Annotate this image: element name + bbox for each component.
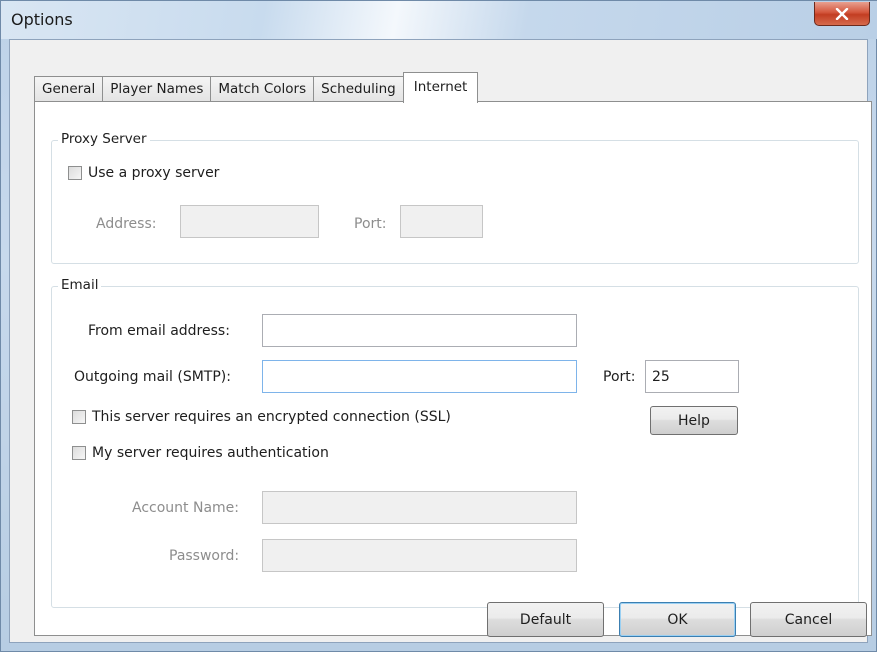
ok-button[interactable]: OK — [619, 602, 736, 637]
from-email-label: From email address: — [88, 323, 230, 339]
ssl-checkbox[interactable] — [72, 410, 86, 424]
tab-player-names[interactable]: Player Names — [102, 76, 212, 102]
proxy-address-field[interactable] — [180, 205, 319, 238]
ssl-row: This server requires an encrypted connec… — [72, 409, 451, 425]
tab-match-colors[interactable]: Match Colors — [210, 76, 315, 102]
internet-tab-panel: Proxy Server Use a proxy server Address:… — [34, 101, 872, 636]
window-title: Options — [11, 10, 73, 29]
proxy-address-label: Address: — [96, 216, 157, 232]
password-field[interactable] — [262, 539, 577, 572]
use-proxy-row: Use a proxy server — [68, 165, 219, 181]
close-button[interactable] — [814, 2, 870, 26]
tab-general[interactable]: General — [34, 76, 104, 102]
title-bar[interactable]: Options — [1, 1, 877, 39]
ssl-label[interactable]: This server requires an encrypted connec… — [92, 409, 451, 425]
tab-strip: General Player Names Match Colors Schedu… — [34, 72, 479, 103]
use-proxy-label[interactable]: Use a proxy server — [88, 165, 219, 181]
smtp-port-label: Port: — [603, 369, 636, 385]
help-button[interactable]: Help — [650, 406, 738, 435]
auth-checkbox[interactable] — [72, 446, 86, 460]
password-label: Password: — [169, 548, 240, 564]
use-proxy-checkbox[interactable] — [68, 166, 82, 180]
smtp-port-field[interactable] — [645, 360, 739, 393]
smtp-label: Outgoing mail (SMTP): — [74, 369, 231, 385]
proxy-server-group: Proxy Server Use a proxy server Address:… — [51, 131, 859, 264]
auth-row: My server requires authentication — [72, 445, 329, 461]
close-icon — [835, 7, 849, 20]
cancel-button[interactable]: Cancel — [750, 602, 867, 637]
smtp-field[interactable] — [262, 360, 577, 393]
account-name-field[interactable] — [262, 491, 577, 524]
email-group-title: Email — [58, 277, 102, 293]
email-group: Email From email address: Outgoing mail … — [51, 277, 859, 608]
from-email-field[interactable] — [262, 314, 577, 347]
tab-internet[interactable]: Internet — [402, 72, 479, 103]
account-name-label: Account Name: — [132, 500, 239, 516]
proxy-server-group-title: Proxy Server — [58, 131, 150, 147]
auth-label[interactable]: My server requires authentication — [92, 445, 329, 461]
tab-scheduling[interactable]: Scheduling — [313, 76, 404, 102]
dialog-client-area: General Player Names Match Colors Schedu… — [9, 39, 872, 643]
options-window: Options General Player Names Match Color… — [0, 0, 877, 652]
proxy-port-label: Port: — [354, 216, 387, 232]
proxy-port-field[interactable] — [400, 205, 483, 238]
default-button[interactable]: Default — [487, 602, 604, 637]
